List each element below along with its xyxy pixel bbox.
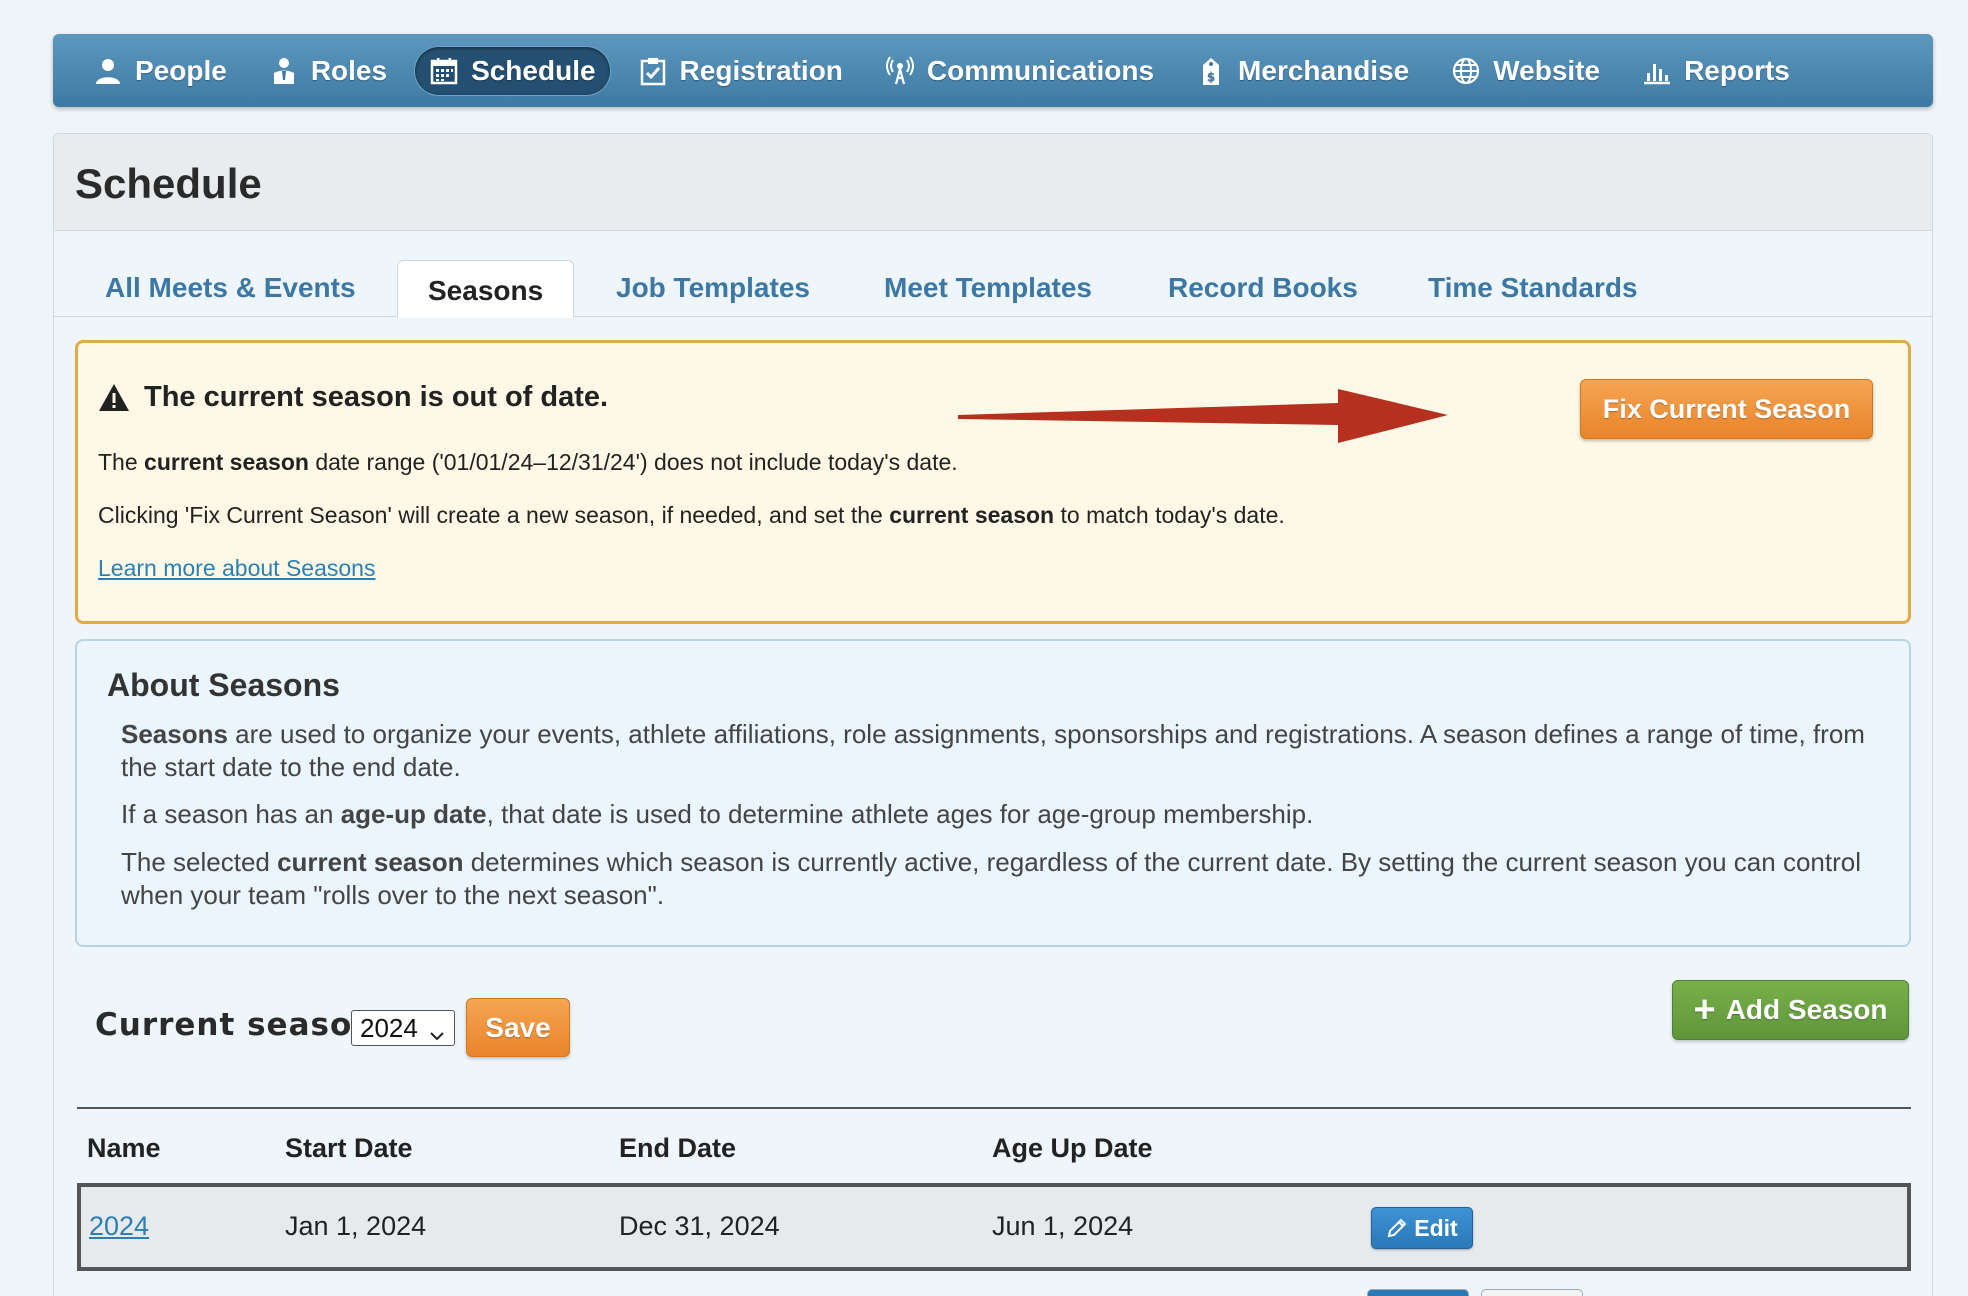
tab-all-meets-events[interactable]: All Meets & Events <box>105 260 356 317</box>
role-icon <box>269 56 299 86</box>
about-paragraph-age-up: If a season has an age-up date, that dat… <box>121 798 1881 831</box>
alert-line2-pre: Clicking 'Fix Current Season' will creat… <box>98 502 890 528</box>
nav-website[interactable]: Website <box>1437 47 1614 95</box>
add-season-label: Add Season <box>1725 994 1888 1025</box>
about-p3-bold: current season <box>277 847 464 877</box>
season-name-link[interactable]: 2024 <box>89 1211 149 1242</box>
pencil-icon <box>1386 1217 1408 1239</box>
current-season-selected-value: 2024 <box>360 1013 418 1043</box>
nav-schedule-label: Schedule <box>471 54 596 86</box>
alert-line2-bold: current season <box>889 502 1055 528</box>
save-current-season-button[interactable]: Save <box>466 998 570 1057</box>
nav-reports[interactable]: Reports <box>1628 47 1804 95</box>
seasons-table: Name Start Date End Date Age Up Date 202… <box>77 1107 1911 1296</box>
season-end-date: Dec 31, 2024 <box>619 1211 780 1241</box>
next-table-row-partial <box>77 1271 1911 1296</box>
edit-season-button[interactable]: Edit <box>1371 1207 1473 1249</box>
alert-heading: The current season is out of date. <box>98 381 608 414</box>
page-title: Schedule <box>75 160 262 207</box>
nav-merchandise[interactable]: $ Merchandise <box>1182 47 1423 95</box>
alert-line-fix-explanation: Clicking 'Fix Current Season' will creat… <box>98 502 1285 529</box>
alert-line1-bold: current season <box>144 449 309 475</box>
partial-row-button <box>1367 1289 1469 1296</box>
tab-record-books[interactable]: Record Books <box>1168 260 1358 317</box>
tab-time-standards[interactable]: Time Standards <box>1428 260 1638 317</box>
nav-people-label: People <box>135 54 227 86</box>
calendar-icon <box>429 56 459 86</box>
season-out-of-date-alert: The current season is out of date. The c… <box>75 340 1911 624</box>
annotation-arrow <box>958 389 1448 443</box>
about-p1-rest: are used to organize your events, athlet… <box>121 719 1865 782</box>
about-seasons-title: About Seasons <box>107 667 340 703</box>
alert-line1-post: date range ('01/01/24–12/31/24') does no… <box>308 449 958 475</box>
partial-row-button-secondary <box>1481 1289 1583 1296</box>
nav-roles[interactable]: Roles <box>255 47 401 95</box>
about-p2-pre: If a season has an <box>121 799 341 829</box>
bar-chart-icon <box>1642 56 1672 86</box>
nav-communications-label: Communications <box>926 54 1155 86</box>
nav-schedule[interactable]: Schedule <box>415 46 610 95</box>
table-row: 2024 Jan 1, 2024 Dec 31, 2024 Jun 1, 202… <box>77 1183 1911 1271</box>
alert-heading-text: The current season is out of date. <box>144 381 609 413</box>
table-header: Name Start Date End Date Age Up Date <box>77 1107 1911 1183</box>
nav-communications[interactable]: Communications <box>871 47 1168 95</box>
main-nav: People Roles Schedule Registration Commu… <box>53 34 1933 107</box>
person-icon <box>93 56 123 86</box>
nav-website-label: Website <box>1493 54 1601 86</box>
broadcast-icon <box>885 55 915 86</box>
column-header-name: Name <box>87 1133 161 1163</box>
warning-icon <box>98 382 130 414</box>
nav-roles-label: Roles <box>310 54 388 86</box>
svg-text:$: $ <box>1207 70 1215 84</box>
about-p2-post: , that date is used to determine athlete… <box>486 799 1314 829</box>
globe-icon <box>1451 56 1481 86</box>
alert-line1-pre: The <box>98 449 145 475</box>
alert-line2-post: to match today's date. <box>1054 502 1285 528</box>
season-age-up-date: Jun 1, 2024 <box>992 1211 1134 1241</box>
about-paragraph-current-season: The selected current season determines w… <box>121 846 1881 912</box>
column-header-age-up-date: Age Up Date <box>992 1133 1153 1163</box>
schedule-tabs: All Meets & Events Seasons Job Templates… <box>54 260 1932 318</box>
column-header-start-date: Start Date <box>285 1133 413 1163</box>
price-tag-icon: $ <box>1196 56 1226 86</box>
tab-seasons[interactable]: Seasons <box>397 260 575 318</box>
about-seasons-box: About Seasons Seasons are used to organi… <box>75 639 1911 947</box>
learn-more-seasons-link[interactable]: Learn more about Seasons <box>98 555 375 582</box>
nav-merchandise-label: Merchandise <box>1238 54 1410 86</box>
schedule-panel: Schedule All Meets & Events Seasons Job … <box>53 133 1933 1296</box>
nav-registration[interactable]: Registration <box>624 47 857 95</box>
about-paragraph-seasons: Seasons are used to organize your events… <box>121 718 1881 784</box>
alert-line-date-range: The current season date range ('01/01/24… <box>98 449 958 476</box>
about-p3-pre: The selected <box>121 847 278 877</box>
season-start-date: Jan 1, 2024 <box>285 1211 427 1241</box>
edit-label: Edit <box>1414 1214 1458 1241</box>
fix-current-season-button[interactable]: Fix Current Season <box>1580 379 1873 439</box>
tab-job-templates[interactable]: Job Templates <box>616 260 810 317</box>
about-p1-bold: Seasons <box>121 719 228 749</box>
tab-meet-templates[interactable]: Meet Templates <box>884 260 1092 317</box>
panel-header: Schedule <box>54 134 1932 231</box>
nav-people[interactable]: People <box>79 47 241 95</box>
current-season-select[interactable]: 2024 <box>351 1010 455 1046</box>
nav-reports-label: Reports <box>1684 54 1790 86</box>
column-header-end-date: End Date <box>619 1133 737 1163</box>
add-season-button[interactable]: + Add Season <box>1672 980 1909 1040</box>
about-p2-bold: age-up date <box>340 799 487 829</box>
clipboard-check-icon <box>638 56 668 86</box>
nav-registration-label: Registration <box>679 54 843 86</box>
current-season-label: Current season: <box>95 1007 389 1043</box>
chevron-down-icon <box>428 1019 446 1053</box>
plus-icon: + <box>1693 989 1716 1031</box>
